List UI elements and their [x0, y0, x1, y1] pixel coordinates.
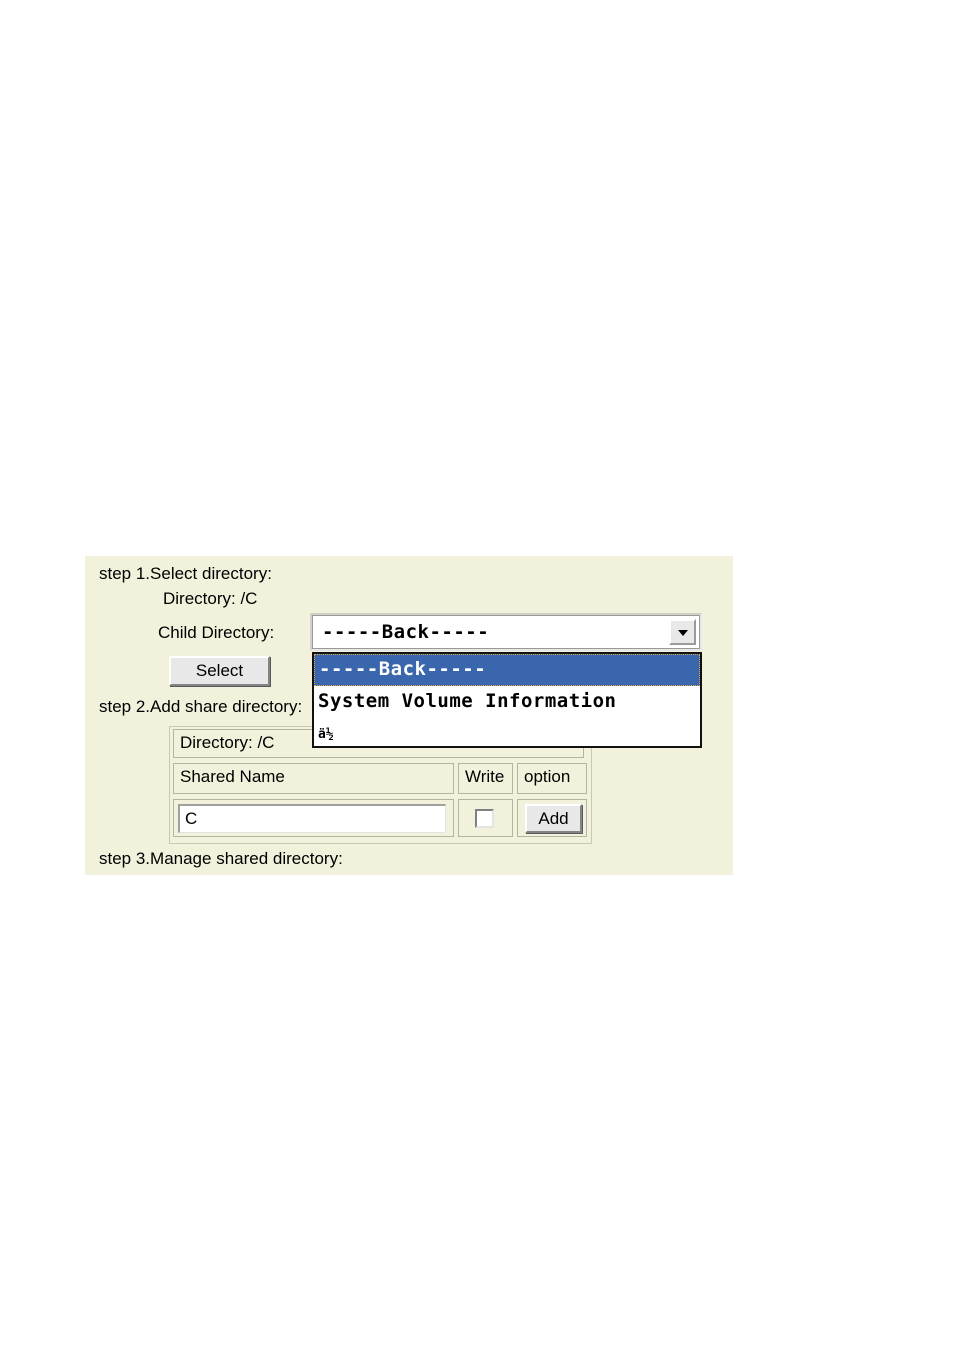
write-permission-checkbox[interactable] [475, 809, 494, 828]
child-directory-select-face[interactable]: -----Back----- [312, 615, 700, 649]
add-share-button[interactable]: Add [525, 804, 582, 833]
table-header-row: Shared Name Write option [170, 761, 591, 797]
dropdown-option-mojibake[interactable]: ä½ [314, 718, 700, 750]
table-row: Add [170, 797, 591, 839]
column-header-option: option [517, 763, 587, 794]
select-button[interactable]: Select [169, 656, 270, 686]
step-1-label: step 1.Select directory: [99, 564, 272, 583]
table-cell-option: Add [517, 799, 587, 837]
child-directory-select[interactable]: -----Back----- [310, 613, 702, 651]
child-directory-label: Child Directory: [158, 623, 275, 642]
share-directory-panel: step 1.Select directory: Directory: /C C… [85, 556, 733, 875]
table-cell-write [458, 799, 513, 837]
caret-glyph [677, 630, 688, 636]
shared-name-input[interactable] [178, 804, 446, 833]
step-3-label: step 3.Manage shared directory: [99, 849, 343, 868]
column-header-write: Write [458, 763, 513, 794]
child-directory-dropdown-list[interactable]: -----Back----- System Volume Information… [312, 652, 702, 748]
child-directory-selected-value: -----Back----- [322, 621, 490, 643]
current-directory-label: Directory: /C [163, 589, 258, 608]
dropdown-option-system-volume-information[interactable]: System Volume Information [314, 686, 700, 718]
chevron-down-icon[interactable] [669, 619, 696, 645]
table-cell-shared-name [173, 799, 454, 837]
dropdown-option-back[interactable]: -----Back----- [314, 654, 700, 686]
column-header-shared-name: Shared Name [173, 763, 454, 794]
step-2-label: step 2.Add share directory: [99, 697, 303, 716]
